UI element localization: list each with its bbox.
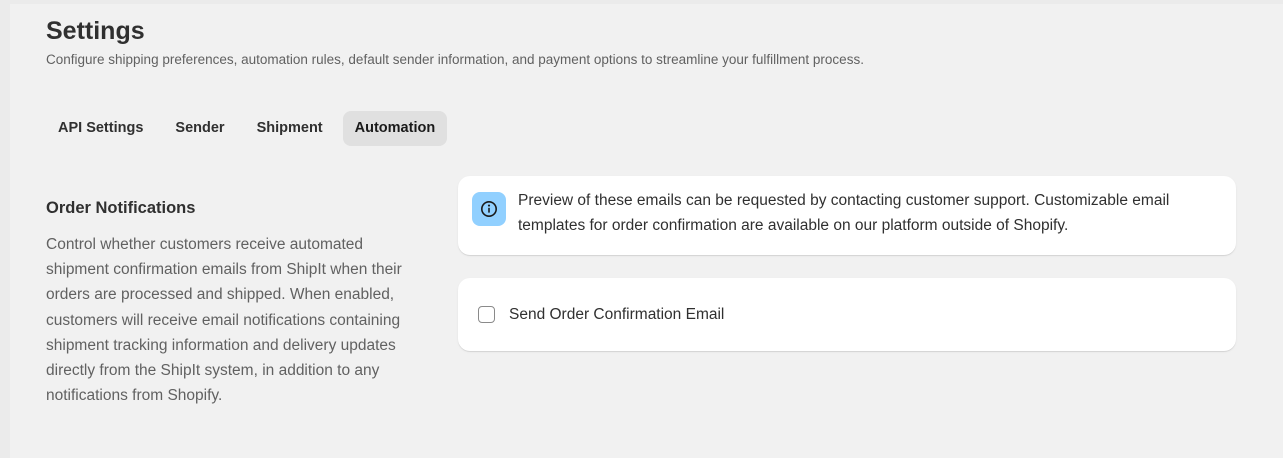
tab-shipment[interactable]: Shipment — [245, 111, 335, 146]
info-banner-text: Preview of these emails can be requested… — [518, 192, 1170, 234]
section-title: Order Notifications — [46, 199, 196, 217]
settings-tabs: API Settings Sender Shipment Automation — [46, 111, 448, 146]
page-header: Settings Configure shipping preferences,… — [46, 16, 864, 69]
settings-page: Settings Configure shipping preferences,… — [10, 4, 1283, 458]
order-confirmation-card: Send Order Confirmation Email — [458, 278, 1236, 351]
tab-sender[interactable]: Sender — [163, 111, 236, 146]
send-order-confirmation-checkbox[interactable] — [478, 306, 495, 323]
order-notifications-section: Order Notifications Control whether cust… — [46, 198, 414, 408]
page-title: Settings — [46, 17, 145, 45]
info-icon — [472, 192, 506, 226]
tab-automation[interactable]: Automation — [342, 111, 448, 146]
tab-api-settings[interactable]: API Settings — [46, 111, 155, 146]
page-subtitle: Configure shipping preferences, automati… — [46, 52, 864, 67]
send-order-confirmation-label[interactable]: Send Order Confirmation Email — [509, 306, 724, 324]
section-description: Control whether customers receive automa… — [46, 236, 402, 405]
info-banner: Preview of these emails can be requested… — [458, 176, 1236, 255]
